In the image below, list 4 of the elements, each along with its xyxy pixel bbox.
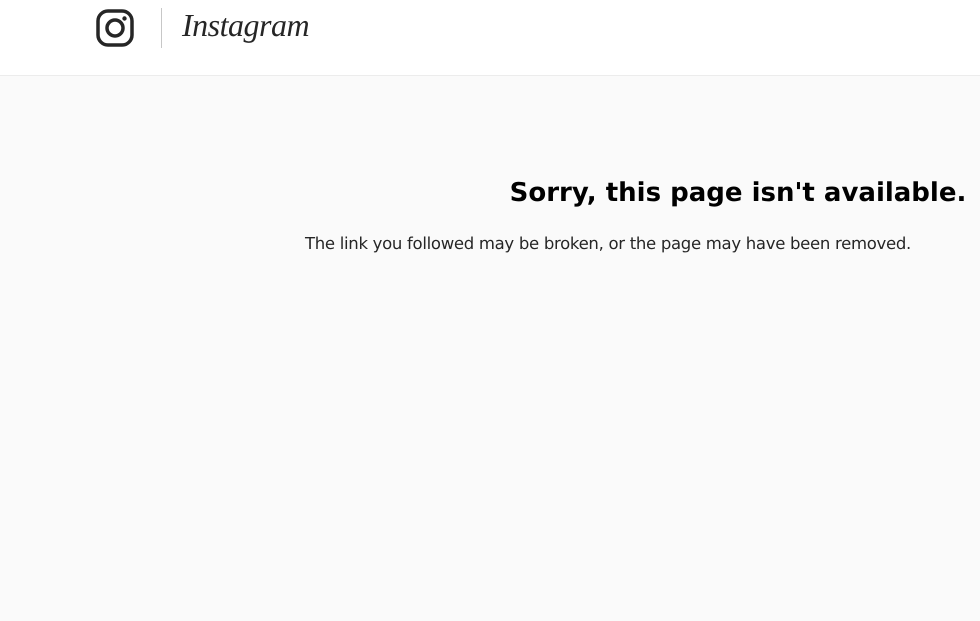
error-title: Sorry, this page isn't available. [510,178,966,208]
error-message: The link you followed may be broken, or the page may have been removed. [305,234,911,253]
instagram-wordmark[interactable]: Instagram [182,7,310,44]
camera-icon[interactable] [96,8,134,46]
